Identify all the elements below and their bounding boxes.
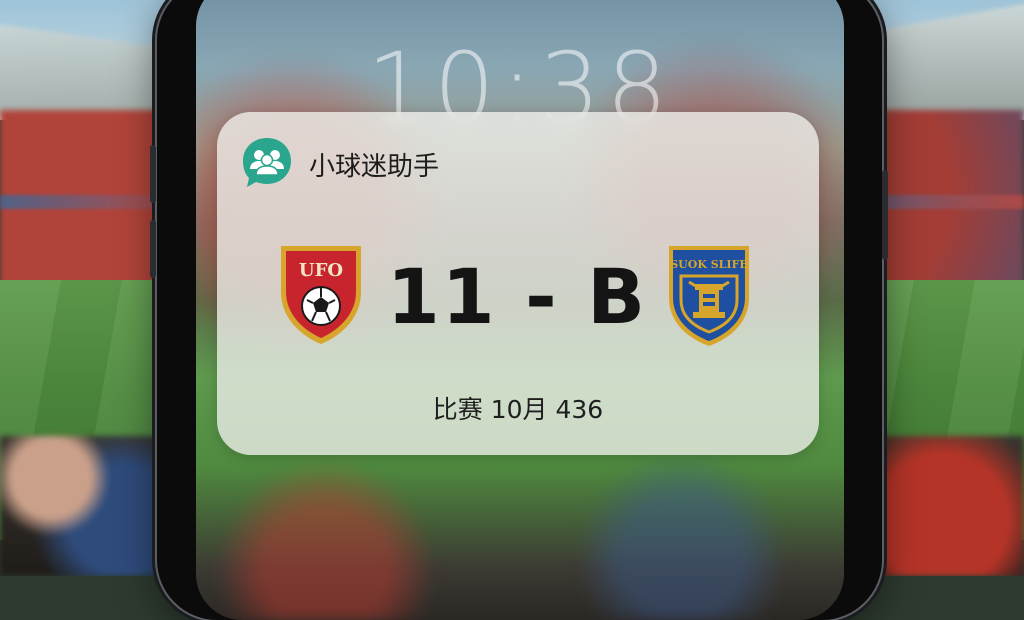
- home-team-crest: UFO: [277, 240, 365, 348]
- group-chat-icon: [241, 136, 293, 188]
- score-notification[interactable]: 小球迷助手 UFO 11 - B SUOK SLIFE 比赛 10月 436: [217, 112, 819, 455]
- soccer-ball-icon: [301, 286, 341, 326]
- match-score: 11 - B: [386, 252, 648, 341]
- phone-volume-button-2: [150, 220, 156, 278]
- home-team-crest-text: UFO: [299, 260, 343, 281]
- app-name: 小球迷助手: [309, 152, 440, 182]
- phone-power-button: [882, 170, 888, 260]
- match-info: 比赛 10月 436: [432, 395, 604, 424]
- away-team-crest-text: SUOK SLIFE: [670, 258, 748, 271]
- phone-volume-button-1: [150, 145, 156, 203]
- away-team-crest: SUOK SLIFE: [665, 240, 753, 350]
